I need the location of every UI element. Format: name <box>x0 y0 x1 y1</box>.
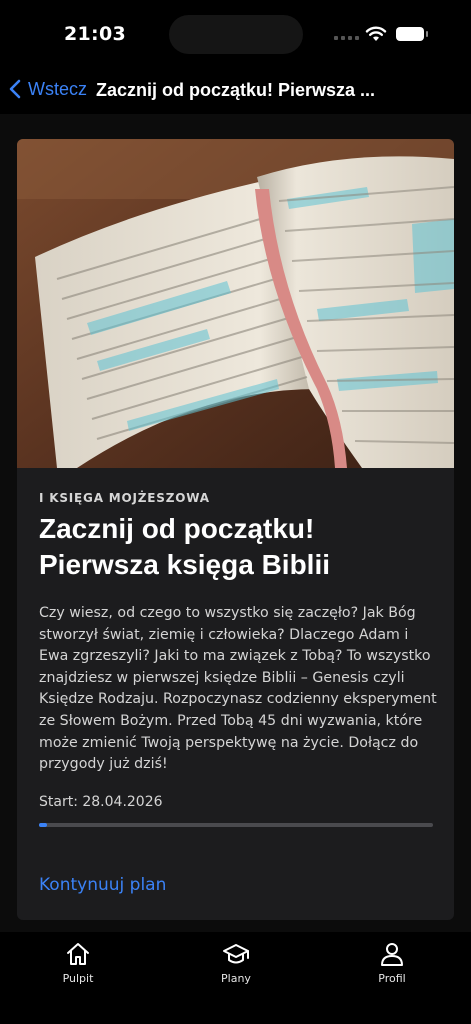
battery-icon <box>396 27 428 41</box>
home-icon <box>67 943 89 965</box>
plan-title: Zacznij od początku! Pierwsza księga Bib… <box>39 513 331 580</box>
tab-plany[interactable]: Plany <box>196 940 276 985</box>
graduation-cap-icon <box>223 944 249 964</box>
screen: 21:03 Wstecz Zacznij od początku! Pierws… <box>0 0 471 1024</box>
nav-title: Zacznij od początku! Pierwsza ... <box>96 80 376 100</box>
hero-image <box>17 139 454 468</box>
status-bar: 21:03 <box>0 0 471 70</box>
tab-profil[interactable]: Profil <box>352 940 432 985</box>
plan-card: I KSIĘGA MOJŻESZOWA Zacznij od początku!… <box>17 139 454 920</box>
status-time: 21:03 <box>64 23 126 45</box>
back-button[interactable]: Wstecz <box>8 78 87 100</box>
back-button-label: Wstecz <box>28 78 88 99</box>
plan-progress-fill <box>39 823 47 827</box>
signal-icon <box>334 36 359 40</box>
plan-category: I KSIĘGA MOJŻESZOWA <box>39 491 210 505</box>
navigation-bar: Wstecz Zacznij od początku! Pierwsza ... <box>0 70 471 114</box>
plan-start-date: Start: 28.04.2026 <box>39 794 163 810</box>
tab-label: Pulpit <box>62 972 94 985</box>
wifi-icon <box>365 26 387 41</box>
tab-label: Plany <box>221 972 251 985</box>
continue-plan-button[interactable]: Kontynuuj plan <box>39 875 166 895</box>
person-icon <box>381 943 403 966</box>
tab-pulpit[interactable]: Pulpit <box>38 940 118 985</box>
plan-progress-bar <box>39 823 433 827</box>
chevron-left-icon <box>9 79 21 99</box>
tab-bar: Pulpit Plany Profil <box>0 932 471 1024</box>
plan-description: Czy wiesz, od czego to wszystko się zacz… <box>39 605 437 773</box>
dynamic-island <box>169 15 303 54</box>
tab-label: Profil <box>378 972 406 985</box>
